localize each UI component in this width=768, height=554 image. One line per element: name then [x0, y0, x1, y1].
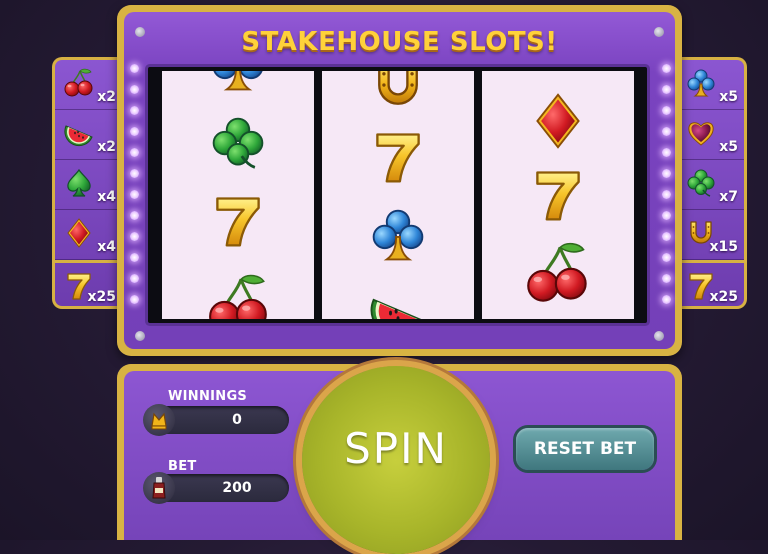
- spade-icon: [63, 167, 95, 199]
- light-bulb: [130, 106, 139, 115]
- winnings-icon: [143, 404, 175, 436]
- winnings-label: WINNINGS: [168, 389, 248, 404]
- cherry-icon: [206, 271, 272, 319]
- paytable-row: x25: [677, 260, 744, 309]
- bet-value: 200: [222, 480, 252, 496]
- payout-multiplier: x7: [719, 189, 738, 205]
- payout-multiplier: x15: [709, 239, 738, 255]
- light-bulb: [662, 127, 671, 136]
- clover-icon: [685, 167, 717, 199]
- light-bulb: [662, 64, 671, 73]
- heart-icon: [685, 117, 717, 149]
- light-bulb: [662, 253, 671, 262]
- screw-icon: [654, 331, 664, 341]
- payout-multiplier: x25: [87, 289, 116, 305]
- watermelon-icon: [368, 283, 428, 319]
- light-bulb: [662, 232, 671, 241]
- light-bulb: [130, 253, 139, 262]
- spin-button[interactable]: SPIN: [302, 366, 490, 554]
- paytable-row: x2: [55, 110, 122, 160]
- light-bulb: [662, 295, 671, 304]
- light-bulb: [130, 169, 139, 178]
- cherry-icon: [524, 239, 592, 307]
- light-bulb: [662, 190, 671, 199]
- light-bulb: [662, 169, 671, 178]
- light-bulb: [130, 64, 139, 73]
- paytable-row: x7: [677, 160, 744, 210]
- club-icon: [368, 205, 428, 265]
- light-bulb: [130, 148, 139, 157]
- light-bulb: [662, 274, 671, 283]
- light-bulb: [130, 211, 139, 220]
- bet-display: 200: [143, 472, 289, 504]
- horseshoe-icon: [368, 71, 428, 115]
- payout-multiplier: x5: [719, 89, 738, 105]
- screw-icon: [654, 27, 664, 37]
- light-bulb: [130, 274, 139, 283]
- light-bulb: [130, 127, 139, 136]
- light-bulb: [662, 85, 671, 94]
- paytable-row: x5: [677, 60, 744, 110]
- paytable-right: x5 x5 x7 x15 x25: [677, 57, 747, 309]
- paytable-row: x4: [55, 210, 122, 260]
- light-bulb: [130, 232, 139, 241]
- diamond-icon: [528, 91, 588, 151]
- light-bulb: [662, 148, 671, 157]
- reel-1: [162, 71, 314, 319]
- game-title: STAKEHOUSE SLOTS!: [241, 27, 558, 57]
- light-bulb: [130, 295, 139, 304]
- cherry-icon: [63, 67, 95, 99]
- light-bulb: [130, 85, 139, 94]
- winnings-display: 0: [143, 404, 289, 436]
- paytable-row: x2: [55, 60, 122, 110]
- light-bulb: [662, 211, 671, 220]
- paytable-row: x4: [55, 160, 122, 210]
- reel-3: [482, 71, 634, 319]
- bet-icon: [143, 472, 175, 504]
- seven-icon: [528, 165, 588, 225]
- watermelon-icon: [63, 117, 95, 149]
- paytable-row: x15: [677, 210, 744, 260]
- reel-window: [148, 67, 647, 323]
- reel-2: [322, 71, 474, 319]
- seven-icon: [368, 127, 428, 187]
- payout-multiplier: x4: [97, 189, 116, 205]
- reset-bet-button[interactable]: RESET BET: [516, 428, 654, 470]
- screw-icon: [135, 27, 145, 37]
- payout-multiplier: x2: [97, 89, 116, 105]
- screw-icon: [135, 331, 145, 341]
- paytable-row: x25: [55, 260, 122, 309]
- spin-label: SPIN: [344, 424, 448, 473]
- winnings-value: 0: [232, 412, 242, 428]
- payout-multiplier: x4: [97, 239, 116, 255]
- seven-icon: [208, 191, 268, 251]
- payout-multiplier: x5: [719, 139, 738, 155]
- payout-multiplier: x25: [709, 289, 738, 305]
- club-icon: [208, 71, 268, 95]
- light-bulb: [662, 106, 671, 115]
- payout-multiplier: x2: [97, 139, 116, 155]
- club-icon: [685, 67, 717, 99]
- diamond-icon: [63, 217, 95, 249]
- light-bulb: [130, 190, 139, 199]
- paytable-row: x5: [677, 110, 744, 160]
- paytable-left: x2 x2 x4 x4 x25: [52, 57, 122, 309]
- clover-icon: [208, 113, 268, 173]
